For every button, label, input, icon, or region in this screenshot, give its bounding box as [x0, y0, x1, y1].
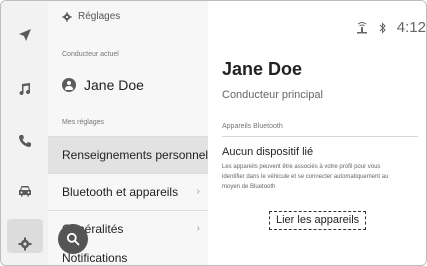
profile-role: Conducteur principal — [222, 89, 323, 101]
bluetooth-icon — [379, 21, 386, 34]
my-settings-label: Mes réglages — [62, 119, 105, 126]
settings-item-label: Bluetooth et appareils — [62, 185, 179, 199]
settings-header: Réglages — [62, 11, 120, 22]
divider — [222, 136, 418, 137]
current-driver-name: Jane Doe — [84, 77, 144, 93]
chevron-right-icon: › — [196, 223, 200, 234]
settings-item-label: Renseignements personnels — [62, 148, 215, 162]
chevron-right-icon: › — [196, 186, 200, 197]
search-button[interactable] — [58, 224, 88, 254]
current-driver-label: Conducteur actuel — [62, 51, 119, 58]
avatar — [62, 78, 76, 92]
no-device-description: Les appareils peuvent être associés à vo… — [222, 164, 389, 190]
search-icon — [66, 232, 80, 246]
settings-title: Réglages — [78, 11, 121, 22]
current-driver[interactable]: Jane Doe — [62, 77, 144, 93]
car-icon[interactable] — [1, 175, 48, 207]
navigation-arrow-icon[interactable] — [1, 19, 48, 51]
settings-item-personal-info[interactable]: Renseignements personnels — [48, 136, 214, 173]
profile-name: Jane Doe — [222, 59, 303, 79]
gear-icon[interactable] — [1, 228, 48, 260]
bluetooth-section-label: Appareils Bluetooth — [222, 123, 283, 130]
screen-frame: Réglages Conducteur actuel Jane Doe Mes … — [0, 0, 427, 266]
link-devices-button[interactable]: Lier les appareils — [269, 211, 367, 230]
status-bar: 4:12 — [355, 19, 426, 36]
phone-icon[interactable] — [1, 125, 48, 157]
clock: 4:12 — [396, 19, 426, 36]
settings-item-bluetooth[interactable]: Bluetooth et appareils › — [48, 173, 208, 210]
wireless-charging-icon — [356, 21, 367, 33]
settings-gear-icon — [62, 11, 72, 22]
profile-detail-panel: 4:12 Jane Doe Conducteur principal Appar… — [208, 1, 426, 265]
no-device-title: Aucun dispositif lié — [222, 146, 314, 158]
music-note-icon[interactable] — [1, 73, 48, 105]
nav-rail — [1, 1, 49, 265]
